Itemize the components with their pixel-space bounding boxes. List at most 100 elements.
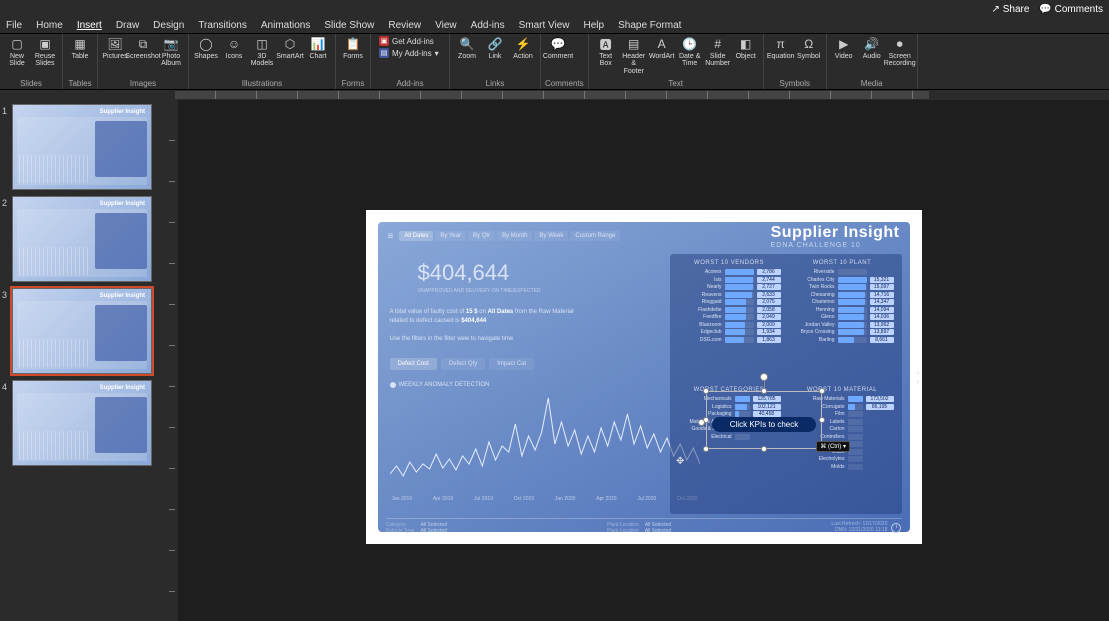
horizontal-ruler[interactable]	[175, 91, 929, 99]
bar-label: Twin Rocks	[791, 284, 835, 290]
ribbon-table-button[interactable]: ▦Table	[67, 36, 93, 60]
slide-thumbnail-panel[interactable]: 1Supplier Insight2Supplier Insight3Suppl…	[0, 100, 168, 621]
menu-tab-design[interactable]: Design	[153, 20, 184, 31]
ribbon-smartart-button[interactable]: ⬡SmartArt	[277, 36, 303, 68]
bar-label: Reavens	[678, 292, 722, 298]
ribbon-date-&-time-button[interactable]: 🕒Date & Time	[677, 36, 703, 75]
comments-label: Comments	[1055, 4, 1103, 15]
ribbon-text-box-button[interactable]: 🅰Text Box	[593, 36, 619, 75]
bar-track	[838, 322, 867, 328]
reuse-slides-icon: ▣	[37, 36, 53, 52]
resize-handle-bm[interactable]	[761, 446, 767, 452]
menu-tab-home[interactable]: Home	[36, 20, 63, 31]
resize-handle-bl[interactable]	[703, 446, 709, 452]
para-text: A total value of faulty cost of	[390, 309, 466, 315]
ribbon-photo-album-button[interactable]: 📷Photo Album	[158, 36, 184, 68]
comments-button[interactable]: 💬 Comments	[1039, 4, 1103, 15]
ribbon-equation-button[interactable]: πEquation	[768, 36, 794, 60]
metric-filter-button[interactable]: Defect Qty	[441, 358, 485, 370]
collapse-panel-icon[interactable]: ‹›	[917, 368, 920, 386]
slide-canvas[interactable]: ≡ All DatesBy YearBy QtrBy MonthBy WeekC…	[366, 210, 922, 544]
date-pill[interactable]: By Year	[435, 231, 466, 241]
date-pill[interactable]: By Month	[497, 231, 532, 241]
menu-tab-slide-show[interactable]: Slide Show	[324, 20, 374, 31]
date-pill[interactable]: By Week	[534, 231, 568, 241]
bar-track	[838, 329, 867, 335]
resize-handle-tr[interactable]	[819, 388, 825, 394]
rotation-handle[interactable]	[760, 373, 768, 381]
menu-tab-draw[interactable]: Draw	[116, 20, 139, 31]
slide-thumbnail-3[interactable]: Supplier Insight	[12, 288, 152, 374]
ribbon-new-slide-button[interactable]: ▢New Slide	[4, 36, 30, 68]
ribbon-forms-button[interactable]: 📋Forms	[340, 36, 366, 60]
menu-tab-transitions[interactable]: Transitions	[198, 20, 247, 31]
ribbon-chart-button[interactable]: 📊Chart	[305, 36, 331, 68]
resize-handle-tl[interactable]	[703, 388, 709, 394]
menu-tab-file[interactable]: File	[6, 20, 22, 31]
info-icon[interactable]: i	[891, 523, 901, 533]
ribbon-icons-button[interactable]: ☺Icons	[221, 36, 247, 68]
slide-edit-area[interactable]: ≡ All DatesBy YearBy QtrBy MonthBy WeekC…	[168, 100, 1109, 621]
menu-tab-smart-view[interactable]: Smart View	[519, 20, 570, 31]
ribbon-slide-number-button[interactable]: #Slide Number	[705, 36, 731, 75]
ribbon-screen-recording-button[interactable]: ⏺Screen Recording	[887, 36, 913, 68]
ribbon-button-label: Reuse Slides	[35, 53, 55, 68]
menu-tab-insert[interactable]: Insert	[77, 20, 102, 31]
menu-tab-shape-format[interactable]: Shape Format	[618, 20, 681, 31]
menu-tab-add-ins[interactable]: Add-ins	[471, 20, 505, 31]
ribbon-screenshot-button[interactable]: ⧉Screenshot	[130, 36, 156, 68]
metric-filter-button[interactable]: Impact Cat	[489, 358, 534, 370]
ribbon-link-button[interactable]: 🔗Link	[482, 36, 508, 60]
ribbon-symbol-button[interactable]: ΩSymbol	[796, 36, 822, 60]
slide-thumbnail-4[interactable]: Supplier Insight	[12, 380, 152, 466]
ribbon-button-label: Date & Time	[679, 53, 700, 68]
dashboard-header: ≡ All DatesBy YearBy QtrBy MonthBy WeekC…	[378, 222, 910, 250]
menu-tab-help[interactable]: Help	[584, 20, 605, 31]
panel-title: WORST 10 VENDORS	[678, 260, 781, 266]
ribbon-video-button[interactable]: ▶Video	[831, 36, 857, 68]
ribbon-3d-models-button[interactable]: ◫3D Models	[249, 36, 275, 68]
ribbon-wordart-button[interactable]: AWordArt	[649, 36, 675, 75]
ribbon-button-label: Shapes	[194, 53, 218, 60]
bar-track	[725, 277, 754, 283]
slide-number-icon: #	[710, 36, 726, 52]
share-button[interactable]: ↗ Share	[992, 4, 1030, 15]
hamburger-icon[interactable]: ≡	[388, 231, 394, 242]
ribbon-audio-button[interactable]: 🔊Audio	[859, 36, 885, 68]
bar-track	[848, 464, 863, 470]
paste-options-badge[interactable]: ⌘ (Ctrl) ▾	[816, 441, 850, 452]
bar-track	[848, 396, 863, 402]
slide-thumbnail-2[interactable]: Supplier Insight	[12, 196, 152, 282]
callout-shape[interactable]: Click KPIs to check	[712, 417, 816, 432]
ribbon-button-label: Audio	[863, 53, 881, 60]
bar-fill	[725, 299, 747, 305]
metric-filter-button[interactable]: Defect Cost	[390, 358, 437, 370]
resize-handle-tm[interactable]	[761, 388, 767, 394]
menu-tab-animations[interactable]: Animations	[261, 20, 310, 31]
ribbon-zoom-button[interactable]: 🔍Zoom	[454, 36, 480, 60]
panel-plants: WORST 10 PLANT RiversideCharles City15,3…	[791, 260, 894, 381]
get-addins-button[interactable]: ▣Get Add-ins	[379, 36, 445, 46]
addins-icon: ▤	[379, 48, 389, 58]
resize-handle-mr[interactable]	[819, 417, 825, 423]
menu-tab-review[interactable]: Review	[388, 20, 421, 31]
ribbon-object-button[interactable]: ◧Object	[733, 36, 759, 75]
ribbon-group-label: Comments	[545, 79, 584, 88]
ribbon-reuse-slides-button[interactable]: ▣Reuse Slides	[32, 36, 58, 68]
bar-fill	[838, 299, 865, 305]
menu-tab-view[interactable]: View	[435, 20, 457, 31]
connector-handle[interactable]	[698, 419, 705, 426]
date-pill[interactable]: Custom Range	[570, 231, 620, 241]
vertical-ruler[interactable]	[168, 100, 178, 621]
date-pill[interactable]: By Qtr	[468, 231, 495, 241]
selected-shape-bounding-box[interactable]: Click KPIs to check ⌘ (Ctrl) ▾	[706, 391, 822, 449]
ribbon-comment-button[interactable]: 💬Comment	[545, 36, 571, 60]
my-addins-button[interactable]: ▤My Add-ins ▾	[379, 48, 445, 58]
ribbon-pictures-button[interactable]: 🖼Pictures	[102, 36, 128, 68]
slide-thumbnail-1[interactable]: Supplier Insight	[12, 104, 152, 190]
ribbon-shapes-button[interactable]: ◯Shapes	[193, 36, 219, 68]
date-pill[interactable]: All Dates	[399, 231, 433, 241]
ribbon-action-button[interactable]: ⚡Action	[510, 36, 536, 60]
bar-track	[725, 299, 754, 305]
ribbon-header-&-footer-button[interactable]: ▤Header & Footer	[621, 36, 647, 75]
